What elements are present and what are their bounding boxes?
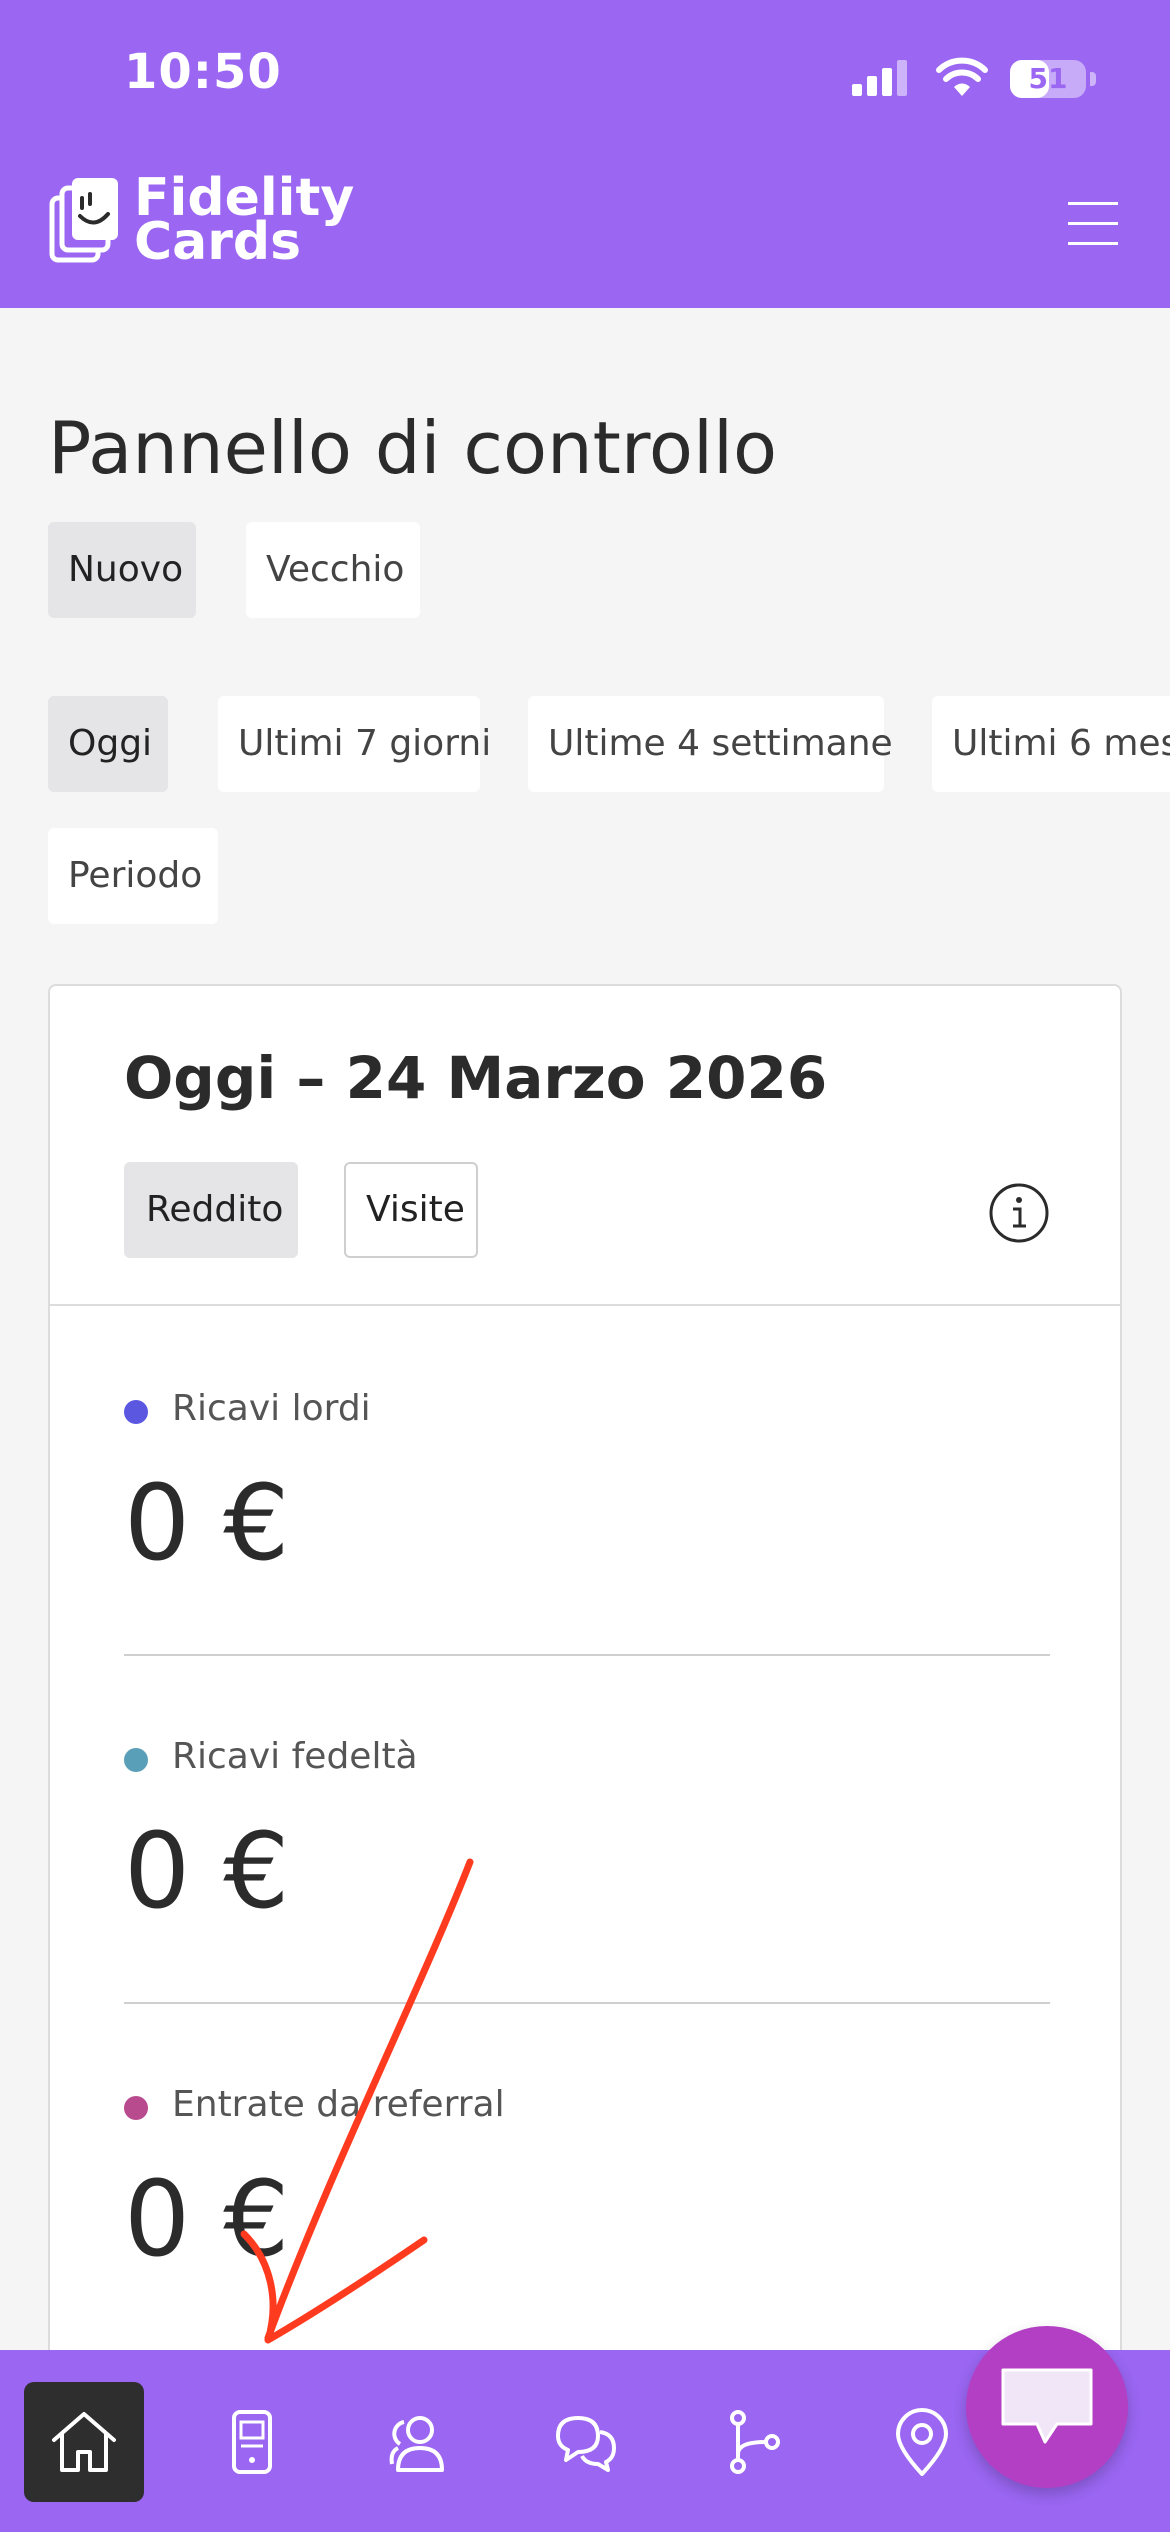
view-new-button[interactable]: Nuovo <box>48 522 196 618</box>
flow-icon <box>730 2410 780 2474</box>
battery-icon: 51 <box>1010 60 1086 98</box>
cellular-signal-icon <box>852 60 912 96</box>
nav-home[interactable] <box>24 2382 144 2502</box>
nav-device[interactable] <box>192 2382 312 2502</box>
income-summary-card: Oggi – 24 Marzo 2026 Reddito Visite Rica… <box>48 984 1122 2404</box>
page-title: Pannello di controllo <box>48 406 778 490</box>
metric-label: Ricavi fedeltà <box>172 1736 418 1777</box>
customers-icon <box>389 2416 444 2472</box>
fidelity-cards-logo[interactable]: Fidelity Cards <box>48 172 448 276</box>
tab-income[interactable]: Reddito <box>124 1162 298 1258</box>
range-7-days-button[interactable]: Ultimi 7 giorni <box>218 696 491 792</box>
metric-dot <box>124 1400 148 1424</box>
nav-flows[interactable] <box>694 2382 814 2502</box>
range-4-weeks-button[interactable]: Ultime 4 settimane <box>528 696 893 792</box>
view-old-button[interactable]: Vecchio <box>246 522 420 618</box>
status-time: 10:50 <box>124 44 282 100</box>
logo-text: Fidelity Cards <box>134 172 354 268</box>
metric-gross-revenue: Ricavi lordi 0 € <box>124 1388 1050 1658</box>
card-divider <box>50 1304 1120 1306</box>
nav-messages[interactable] <box>526 2382 646 2502</box>
metric-label: Ricavi lordi <box>172 1388 371 1429</box>
support-chat-button[interactable] <box>966 2326 1128 2488</box>
metric-value: 0 € <box>124 2158 290 2280</box>
nav-locations[interactable] <box>862 2382 982 2502</box>
tab-visits[interactable]: Visite <box>344 1162 478 1258</box>
hamburger-menu-icon[interactable] <box>1068 198 1124 250</box>
logo-cards-icon <box>49 178 118 263</box>
wifi-icon <box>936 57 988 96</box>
metric-value: 0 € <box>124 1462 290 1584</box>
range-today-button[interactable]: Oggi <box>48 696 168 792</box>
location-icon <box>896 2408 948 2476</box>
chat-icon <box>556 2416 616 2472</box>
battery-tip <box>1090 72 1096 86</box>
metric-separator <box>124 2002 1050 2004</box>
metric-dot <box>124 2096 148 2120</box>
card-title: Oggi – 24 Marzo 2026 <box>124 1044 828 1112</box>
device-icon <box>232 2410 272 2474</box>
metric-referral-revenue: Entrate da referral 0 € <box>124 2084 1050 2344</box>
metric-label: Entrate da referral <box>172 2084 505 2125</box>
metric-separator <box>124 1654 1050 1656</box>
metric-dot <box>124 1748 148 1772</box>
info-icon[interactable] <box>988 1182 1050 1244</box>
metric-loyalty-revenue: Ricavi fedeltà 0 € <box>124 1736 1050 2006</box>
metric-value: 0 € <box>124 1810 290 1932</box>
app-header: 10:50 51 Fidelity Cards <box>0 0 1170 308</box>
nav-customers[interactable] <box>358 2382 478 2502</box>
battery-level: 51 <box>1028 62 1068 95</box>
home-icon <box>52 2412 116 2472</box>
range-6-months-button[interactable]: Ultimi 6 mesi <box>932 696 1170 792</box>
range-period-button[interactable]: Periodo <box>48 828 218 924</box>
chat-bubble-icon <box>1001 2368 1093 2444</box>
